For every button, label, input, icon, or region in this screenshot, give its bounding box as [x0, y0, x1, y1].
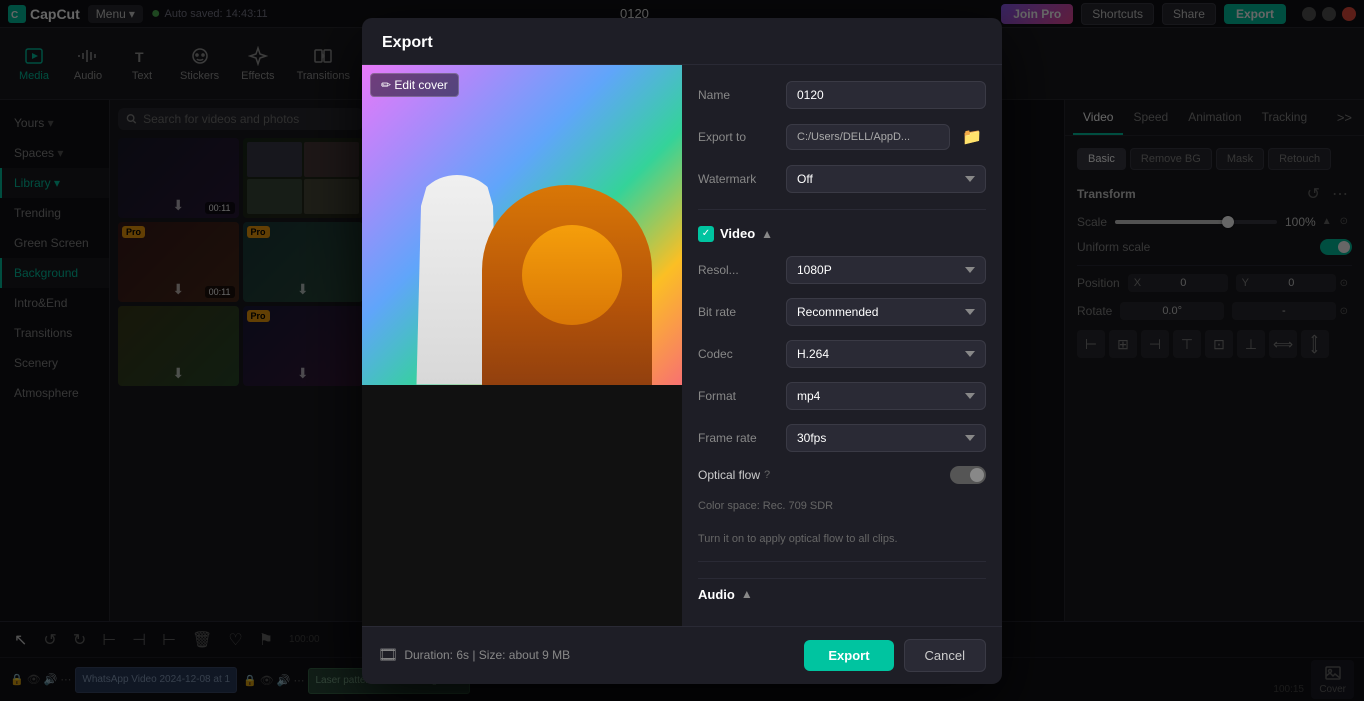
edit-cover-button[interactable]: ✏ Edit cover	[370, 73, 459, 97]
modal-title: Export	[382, 34, 433, 52]
modal-overlay: Export ✏ Edit cover Na	[0, 0, 1364, 701]
film-icon: 🎞	[378, 645, 398, 665]
watermark-label: Watermark	[698, 172, 778, 186]
cancel-modal-button[interactable]: Cancel	[904, 639, 986, 672]
framerate-label: Frame rate	[698, 431, 778, 445]
modal-header: Export	[362, 18, 1002, 65]
lion-head	[522, 225, 622, 325]
export-to-row: Export to C:/Users/DELL/AppD... 📁	[698, 123, 986, 151]
codec-label: Codec	[698, 347, 778, 361]
export-modal-button[interactable]: Export	[804, 640, 893, 671]
framerate-select[interactable]: 24fps 25fps 30fps 50fps 60fps	[786, 424, 986, 452]
video-section-toggle[interactable]: ▲	[761, 227, 773, 241]
folder-browse-button[interactable]: 📁	[958, 123, 986, 151]
modal-footer: 🎞 Duration: 6s | Size: about 9 MB Export…	[362, 626, 1002, 684]
export-modal: Export ✏ Edit cover Na	[362, 18, 1002, 684]
codec-row: Codec H.264 H.265	[698, 340, 986, 368]
resolution-row: Resol... 720P 1080P 2K 4K	[698, 256, 986, 284]
modal-body: ✏ Edit cover Name Export to C:/Users/DEL…	[362, 65, 1002, 626]
duration-info: 🎞 Duration: 6s | Size: about 9 MB	[378, 645, 794, 665]
preview-image	[362, 65, 682, 385]
name-input[interactable]	[786, 81, 986, 109]
name-label: Name	[698, 88, 778, 102]
resolution-label: Resol...	[698, 263, 778, 277]
audio-section-title[interactable]: Audio	[698, 587, 735, 602]
format-select[interactable]: mp4 mov	[786, 382, 986, 410]
modal-preview: ✏ Edit cover	[362, 65, 682, 626]
bitrate-row: Bit rate Low Recommended High	[698, 298, 986, 326]
video-section-header: ✓ Video ▲	[698, 226, 986, 242]
optical-flow-toggle[interactable]	[950, 466, 986, 484]
export-to-label: Export to	[698, 130, 778, 144]
bitrate-label: Bit rate	[698, 305, 778, 319]
watermark-row: Watermark Off On	[698, 165, 986, 193]
codec-select[interactable]: H.264 H.265	[786, 340, 986, 368]
name-row: Name	[698, 81, 986, 109]
optical-flow-help[interactable]: ?	[764, 469, 770, 481]
optical-flow-label: Optical flow ?	[698, 468, 942, 482]
format-label: Format	[698, 389, 778, 403]
color-space-text: Color space: Rec. 709 SDR	[698, 500, 986, 512]
export-path: C:/Users/DELL/AppD...	[786, 124, 950, 150]
video-checkbox[interactable]: ✓	[698, 226, 714, 242]
section-divider-2	[698, 561, 986, 562]
bitrate-select[interactable]: Low Recommended High	[786, 298, 986, 326]
audio-section: Audio ▲	[698, 578, 986, 610]
optical-flow-row: Optical flow ?	[698, 466, 986, 484]
audio-section-toggle[interactable]: ▲	[741, 587, 753, 601]
resolution-select[interactable]: 720P 1080P 2K 4K	[786, 256, 986, 284]
audio-header: Audio ▲	[698, 587, 986, 602]
framerate-row: Frame rate 24fps 25fps 30fps 50fps 60fps	[698, 424, 986, 452]
optical-hint: Turn it on to apply optical flow to all …	[698, 530, 986, 545]
watermark-select[interactable]: Off On	[786, 165, 986, 193]
video-section-title: Video	[720, 226, 755, 241]
duration-text: Duration: 6s | Size: about 9 MB	[404, 648, 570, 662]
modal-form: Name Export to C:/Users/DELL/AppD... 📁 W…	[682, 65, 1002, 626]
section-divider-1	[698, 209, 986, 210]
format-row: Format mp4 mov	[698, 382, 986, 410]
